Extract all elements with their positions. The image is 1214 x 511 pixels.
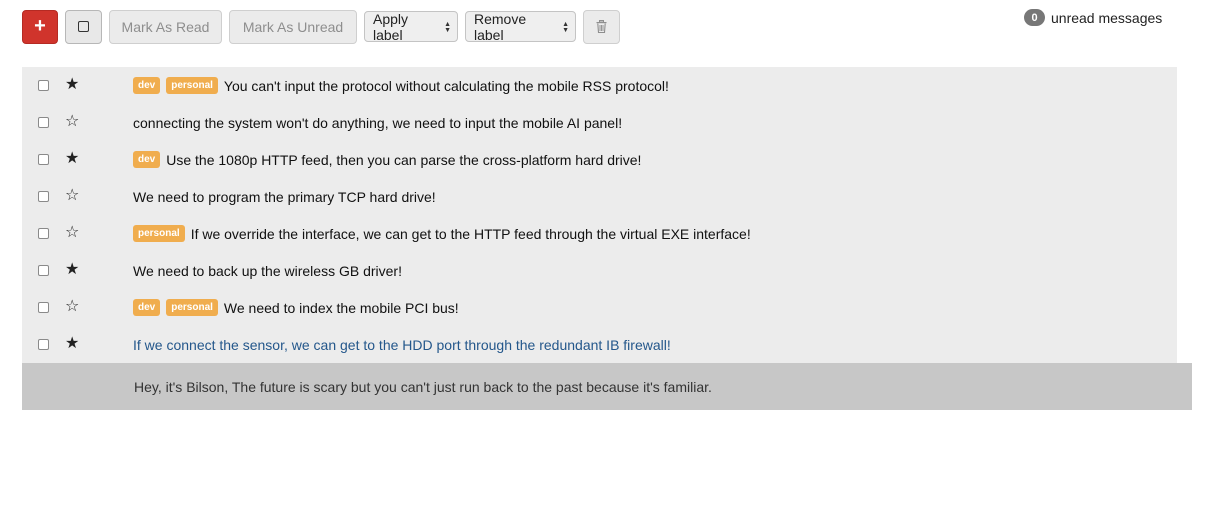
star-empty-icon[interactable]: ☆	[65, 113, 79, 131]
remove-label-select[interactable]: Remove label ▲ ▼	[465, 10, 576, 43]
message-row[interactable]: ★ If we connect the sensor, we can get to…	[22, 326, 1177, 363]
message-summary: connecting the system won't do anything,…	[133, 104, 622, 141]
message-summary: If we connect the sensor, we can get to …	[133, 326, 671, 363]
label-badge-personal: personal	[166, 77, 218, 94]
message-summary: dev Use the 1080p HTTP feed, then you can…	[133, 141, 641, 178]
unread-counter: 0 unread messages	[1024, 9, 1162, 26]
message-summary: dev personal You can't input the protocol …	[133, 67, 669, 104]
star-empty-icon[interactable]: ☆	[65, 187, 79, 205]
mark-as-unread-button[interactable]: Mark As Unread	[229, 9, 357, 44]
select-arrows-icon: ▲ ▼	[444, 20, 451, 34]
apply-label-select[interactable]: Apply label ▲ ▼	[364, 10, 458, 43]
label-badge-personal: personal	[166, 299, 218, 316]
message-subject[interactable]: connecting the system won't do anything,…	[133, 115, 622, 131]
message-row[interactable]: ☆ dev personal We need to index the mobile …	[22, 289, 1177, 326]
message-checkbox[interactable]	[38, 191, 49, 202]
message-subject[interactable]: We need to program the primary TCP hard …	[133, 189, 436, 205]
star-empty-icon[interactable]: ☆	[65, 224, 79, 242]
message-summary: personal If we override the interface, we…	[133, 215, 751, 252]
checkbox-square-icon	[78, 21, 89, 32]
unread-count-badge: 0	[1024, 9, 1045, 26]
message-list: ★ dev personal You can't input the protocol…	[22, 67, 1177, 363]
unread-label: unread messages	[1051, 9, 1163, 26]
message-row[interactable]: ☆ We need to program the primary TCP hard…	[22, 178, 1177, 215]
message-checkbox[interactable]	[38, 80, 49, 91]
toolbar: + Mark As Read Mark As Unread Apply labe…	[22, 9, 627, 44]
message-body-text: Hey, it's Bilson, The future is scary bu…	[134, 378, 712, 395]
message-subject[interactable]: We need to back up the wireless GB drive…	[133, 263, 402, 279]
compose-button[interactable]: +	[22, 9, 58, 44]
message-checkbox[interactable]	[38, 228, 49, 239]
message-body-panel: Hey, it's Bilson, The future is scary bu…	[22, 363, 1192, 410]
trash-icon	[596, 20, 607, 33]
message-checkbox[interactable]	[38, 302, 49, 313]
mark-as-read-button[interactable]: Mark As Read	[109, 9, 222, 44]
delete-button[interactable]	[583, 9, 620, 44]
inbox-app: + Mark As Read Mark As Unread Apply labe…	[0, 0, 1214, 511]
label-badge-dev: dev	[133, 151, 161, 168]
star-filled-icon[interactable]: ★	[65, 335, 79, 353]
message-subject[interactable]: Use the 1080p HTTP feed, then you can pa…	[166, 152, 641, 168]
apply-label-text: Apply label	[373, 10, 409, 43]
message-row[interactable]: ★ dev personal You can't input the protocol…	[22, 67, 1177, 104]
message-summary: dev personal We need to index the mobile P…	[133, 289, 459, 326]
message-row[interactable]: ★ We need to back up the wireless GB driv…	[22, 252, 1177, 289]
select-arrows-icon: ▲ ▼	[562, 20, 569, 34]
message-subject[interactable]: If we connect the sensor, we can get to …	[133, 337, 671, 353]
message-row[interactable]: ★ dev Use the 1080p HTTP feed, then you ca…	[22, 141, 1177, 178]
message-summary: We need to back up the wireless GB drive…	[133, 252, 402, 289]
star-filled-icon[interactable]: ★	[65, 76, 79, 94]
message-summary: We need to program the primary TCP hard …	[133, 178, 436, 215]
star-filled-icon[interactable]: ★	[65, 150, 79, 168]
star-empty-icon[interactable]: ☆	[65, 298, 79, 316]
star-filled-icon[interactable]: ★	[65, 261, 79, 279]
message-checkbox[interactable]	[38, 154, 49, 165]
remove-label-text: Remove label	[474, 10, 527, 43]
message-checkbox[interactable]	[38, 265, 49, 276]
message-subject[interactable]: If we override the interface, we can get…	[191, 226, 751, 242]
message-subject[interactable]: We need to index the mobile PCI bus!	[224, 300, 459, 316]
label-badge-personal: personal	[133, 225, 185, 242]
message-row[interactable]: ☆ personal If we override the interface, w…	[22, 215, 1177, 252]
select-all-button[interactable]	[65, 9, 102, 44]
message-checkbox[interactable]	[38, 117, 49, 128]
message-subject[interactable]: You can't input the protocol without cal…	[224, 78, 669, 94]
message-checkbox[interactable]	[38, 339, 49, 350]
label-badge-dev: dev	[133, 77, 161, 94]
label-badge-dev: dev	[133, 299, 161, 316]
message-row[interactable]: ☆ connecting the system won't do anything…	[22, 104, 1177, 141]
